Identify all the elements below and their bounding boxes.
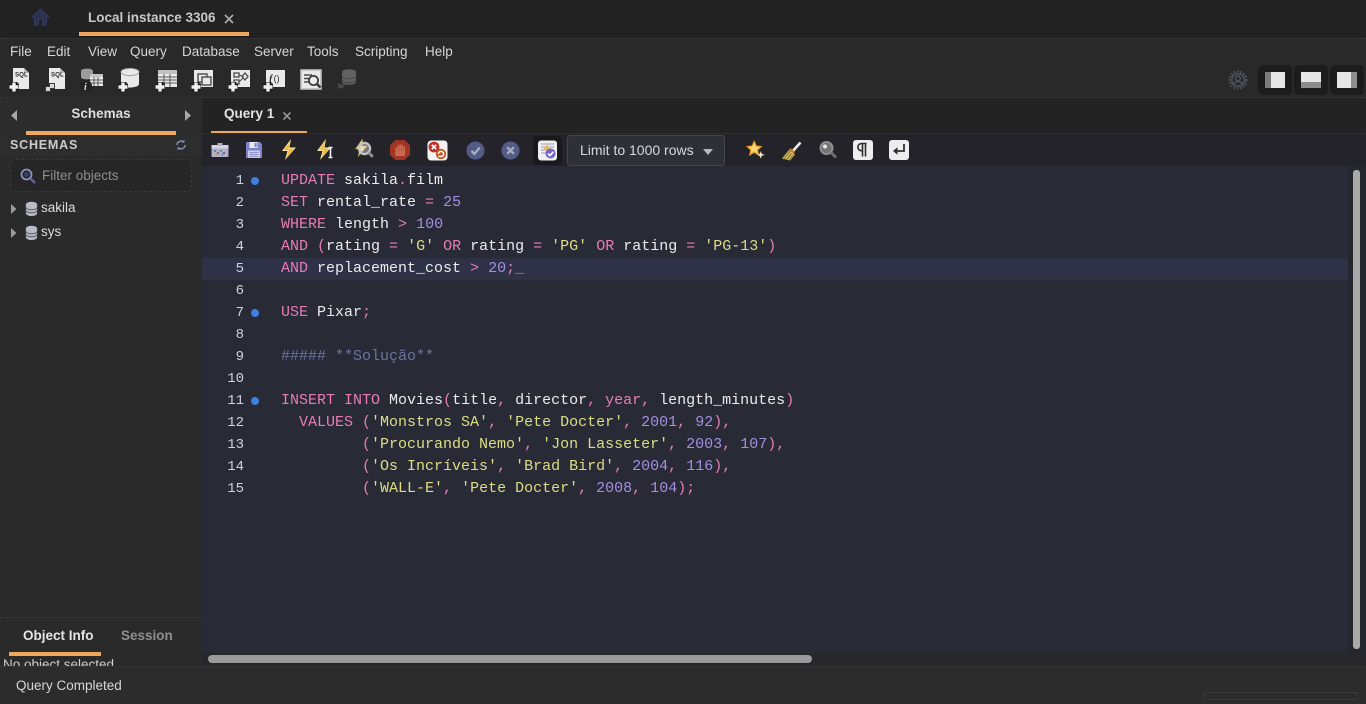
svg-text:SQL: SQL <box>51 72 64 79</box>
svg-text:SQL: SQL <box>15 72 28 79</box>
svg-text:(): () <box>274 73 280 83</box>
svg-text:i: i <box>84 82 87 93</box>
